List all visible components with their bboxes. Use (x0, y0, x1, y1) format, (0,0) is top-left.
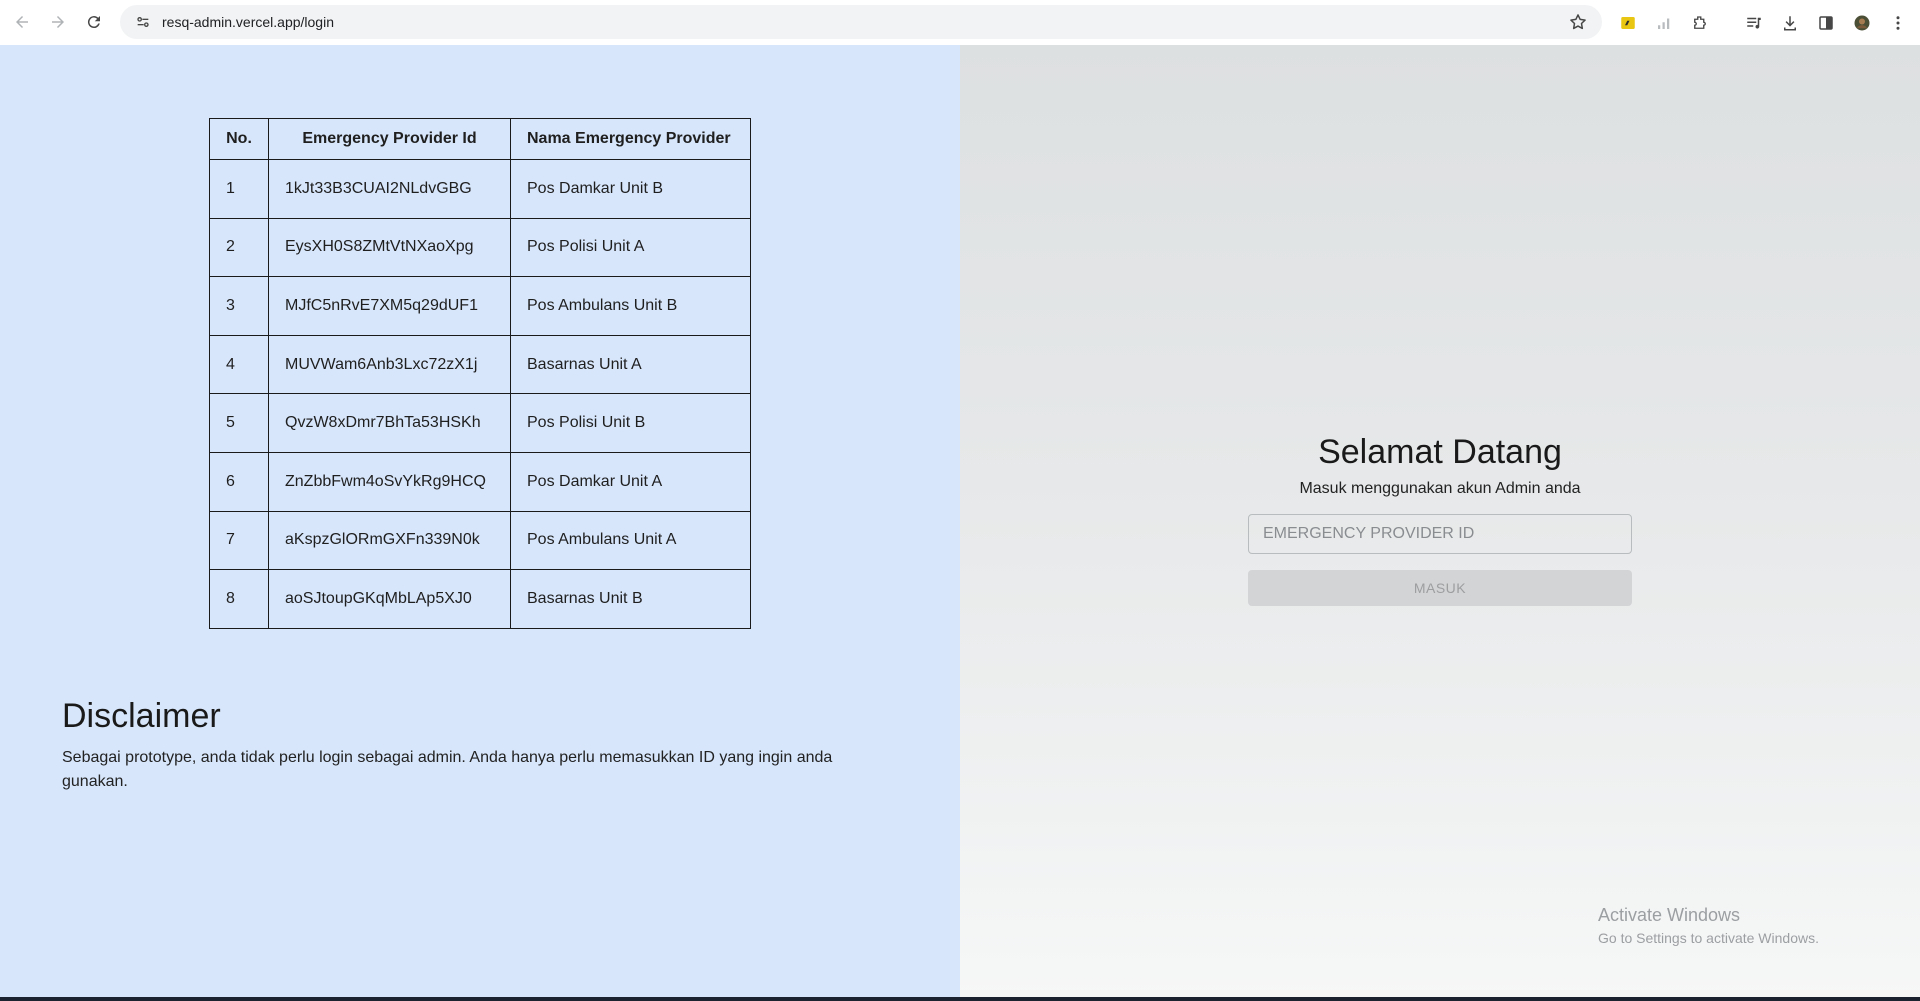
taskbar-edge (0, 997, 1920, 1001)
cell-provider-id: aKspzGlORmGXFn339N0k (268, 510, 511, 571)
disclaimer-text: Sebagai prototype, anda tidak perlu logi… (62, 749, 833, 790)
cell-no: 4 (209, 334, 269, 395)
emergency-provider-id-input[interactable] (1248, 514, 1632, 554)
table-row: 7 aKspzGlORmGXFn339N0k Pos Ambulans Unit… (209, 510, 751, 571)
extension-icon[interactable] (1614, 0, 1642, 45)
bookmark-star-icon[interactable] (1568, 12, 1588, 32)
left-panel: No. Emergency Provider Id Nama Emergency… (0, 45, 960, 1001)
browser-toolbar: resq-admin.vercel.app/login (0, 0, 1920, 45)
puzzle-icon[interactable] (1686, 0, 1714, 45)
more-menu-icon[interactable] (1884, 0, 1912, 45)
cell-provider-name: Pos Ambulans Unit B (510, 276, 751, 336)
cell-provider-id: EysXH0S8ZMtVtNXaoXpg (268, 217, 511, 278)
forward-arrow-icon[interactable] (40, 4, 76, 40)
right-panel: Selamat Datang Masuk menggunakan akun Ad… (960, 45, 1920, 1001)
login-title: Selamat Datang (1318, 433, 1562, 471)
cell-provider-id: MJfC5nRvE7XM5q29dUF1 (268, 276, 511, 336)
cell-provider-id: ZnZbbFwm4oSvYkRg9HCQ (268, 451, 511, 512)
table-row: 6 ZnZbbFwm4oSvYkRg9HCQ Pos Damkar Unit A (209, 451, 751, 512)
table-row: 1 1kJt33B3CUAI2NLdvGBG Pos Damkar Unit B (209, 159, 751, 219)
table-row: 2 EysXH0S8ZMtVtNXaoXpg Pos Polisi Unit A (209, 217, 751, 278)
cell-no: 2 (209, 217, 269, 278)
watermark-line-2: Go to Settings to activate Windows. (1598, 930, 1819, 946)
cell-no: 1 (209, 159, 269, 219)
sidebar-icon[interactable] (1812, 0, 1840, 45)
cell-provider-id: aoSJtoupGKqMbLAp5XJ0 (268, 569, 511, 629)
table-row: 8 aoSJtoupGKqMbLAp5XJ0 Basarnas Unit B (209, 569, 751, 629)
disclaimer-title: Disclaimer (62, 697, 221, 735)
cell-provider-id: QvzW8xDmr7BhTa53HSKh (268, 393, 511, 453)
header-no: No. (209, 118, 269, 160)
table-header-row: No. Emergency Provider Id Nama Emergency… (209, 118, 751, 160)
cell-provider-name: Pos Polisi Unit A (510, 217, 751, 278)
login-subtitle: Masuk menggunakan akun Admin anda (1299, 480, 1581, 497)
cell-provider-name: Pos Damkar Unit A (510, 451, 751, 512)
masuk-button[interactable]: MASUK (1248, 570, 1632, 606)
site-settings-icon[interactable] (126, 5, 160, 39)
cell-provider-name: Pos Polisi Unit B (510, 393, 751, 453)
header-provider-id: Emergency Provider Id (268, 118, 511, 160)
cell-no: 8 (209, 569, 269, 629)
signal-icon[interactable] (1650, 0, 1678, 45)
url-text[interactable]: resq-admin.vercel.app/login (162, 14, 334, 30)
watermark-line-1: Activate Windows (1598, 905, 1741, 925)
cell-provider-name: Pos Ambulans Unit A (510, 510, 751, 571)
cell-provider-name: Pos Damkar Unit B (510, 159, 751, 219)
provider-table: No. Emergency Provider Id Nama Emergency… (209, 118, 751, 629)
cell-no: 5 (209, 393, 269, 453)
reload-icon[interactable] (76, 4, 112, 40)
media-icon[interactable] (1740, 0, 1768, 45)
address-bar[interactable]: resq-admin.vercel.app/login (120, 5, 1602, 39)
header-provider-name: Nama Emergency Provider (510, 118, 751, 160)
download-icon[interactable] (1776, 0, 1804, 45)
table-row: 3 MJfC5nRvE7XM5q29dUF1 Pos Ambulans Unit… (209, 276, 751, 336)
profile-avatar[interactable] (1848, 0, 1876, 45)
table-row: 5 QvzW8xDmr7BhTa53HSKh Pos Polisi Unit B (209, 393, 751, 453)
cell-no: 3 (209, 276, 269, 336)
cell-provider-id: 1kJt33B3CUAI2NLdvGBG (268, 159, 511, 219)
disclaimer-section: Disclaimer Sebagai prototype, anda tidak… (62, 697, 902, 794)
cell-provider-name: Basarnas Unit A (510, 334, 751, 395)
cell-provider-id: MUVWam6Anb3Lxc72zX1j (268, 334, 511, 395)
back-arrow-icon[interactable] (4, 4, 40, 40)
table-row: 4 MUVWam6Anb3Lxc72zX1j Basarnas Unit A (209, 334, 751, 395)
login-form: Selamat Datang Masuk menggunakan akun Ad… (1248, 433, 1632, 606)
cell-provider-name: Basarnas Unit B (510, 569, 751, 629)
windows-activation-watermark: Activate Windows Go to Settings to activ… (1598, 905, 1819, 946)
cell-no: 7 (209, 510, 269, 571)
cell-no: 6 (209, 451, 269, 512)
